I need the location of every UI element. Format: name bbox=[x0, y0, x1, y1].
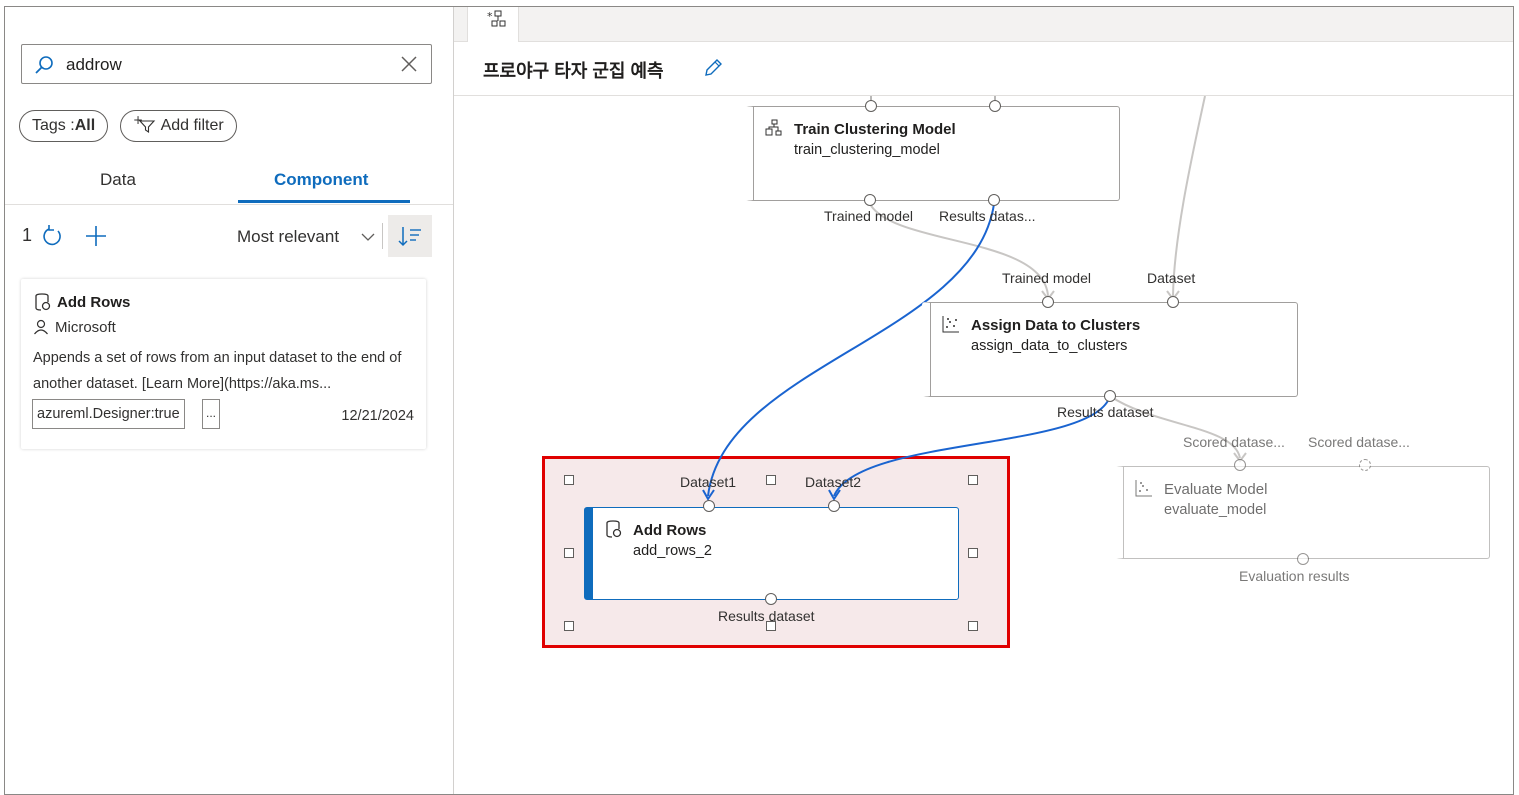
card-tag: azureml.Designer:true bbox=[32, 399, 185, 429]
pipeline-title: 프로야구 타자 군집 예측 bbox=[483, 61, 664, 81]
input-port-trained-model[interactable] bbox=[1042, 296, 1054, 308]
port-label: Dataset2 bbox=[805, 474, 862, 490]
card-more-tags[interactable]: ... bbox=[202, 399, 220, 429]
port-label: Results dataset bbox=[1057, 404, 1154, 420]
cluster-icon bbox=[942, 316, 959, 333]
refresh-icon[interactable] bbox=[40, 224, 64, 248]
tab-divider bbox=[5, 204, 453, 205]
tags-label: Tags : bbox=[32, 117, 75, 134]
input-port-dataset[interactable] bbox=[1167, 296, 1179, 308]
pipeline-tab[interactable]: * bbox=[467, 7, 519, 42]
node-title: Train Clustering Model bbox=[794, 121, 956, 138]
node-title: Evaluate Model bbox=[1164, 481, 1268, 498]
sort-order-button[interactable] bbox=[388, 215, 432, 257]
input-port-dataset2[interactable] bbox=[828, 500, 840, 512]
node-title: Add Rows bbox=[633, 522, 707, 539]
search-icon bbox=[35, 56, 53, 74]
port-label: Trained model bbox=[1002, 270, 1091, 286]
port-label: Dataset1 bbox=[680, 474, 737, 490]
resize-handle[interactable] bbox=[766, 475, 776, 485]
input-port-scored-1[interactable] bbox=[1234, 459, 1246, 471]
port-label: Evaluation results bbox=[1239, 568, 1350, 584]
node-subtitle: train_clustering_model bbox=[794, 142, 940, 158]
output-port-evaluation[interactable] bbox=[1297, 553, 1309, 565]
port-label: Scored datase... bbox=[1183, 434, 1285, 450]
filter-icon: + bbox=[133, 113, 156, 134]
tags-filter-button[interactable]: Tags :All bbox=[19, 110, 109, 142]
node-subtitle: assign_data_to_clusters bbox=[971, 338, 1128, 354]
node-add-rows[interactable]: Add Rows add_rows_2 bbox=[584, 507, 959, 600]
add-filter-button[interactable]: + Add filter bbox=[120, 110, 237, 142]
search-value: addrow bbox=[66, 55, 122, 74]
add-filter-label: Add filter bbox=[160, 117, 224, 134]
output-port-trained-model[interactable] bbox=[864, 194, 876, 206]
pipeline-icon: * bbox=[487, 10, 506, 27]
card-title: Add Rows bbox=[57, 294, 131, 311]
tab-data[interactable]: Data bbox=[100, 170, 136, 190]
resize-handle[interactable] bbox=[564, 621, 574, 631]
node-evaluate-model[interactable]: Evaluate Model evaluate_model bbox=[1115, 466, 1490, 559]
node-subtitle: evaluate_model bbox=[1164, 502, 1267, 518]
input-port-dataset1[interactable] bbox=[703, 500, 715, 512]
output-port-results[interactable] bbox=[765, 593, 777, 605]
sort-icon bbox=[398, 227, 421, 247]
document-tab-bar: * bbox=[454, 7, 1513, 42]
component-card[interactable]: Add Rows Microsoft Appends a set of rows… bbox=[21, 279, 426, 449]
card-publisher: Microsoft bbox=[55, 319, 116, 336]
resize-handle[interactable] bbox=[968, 548, 978, 558]
input-port[interactable] bbox=[865, 100, 877, 112]
port-label: Results datas... bbox=[939, 208, 1036, 224]
plus-icon[interactable] bbox=[83, 223, 109, 249]
input-port-scored-2[interactable] bbox=[1359, 459, 1371, 471]
output-port-results[interactable] bbox=[1104, 390, 1116, 402]
resize-handle[interactable] bbox=[766, 621, 776, 631]
resize-handle[interactable] bbox=[968, 475, 978, 485]
sort-divider bbox=[382, 223, 383, 249]
node-assign-data-to-clusters[interactable]: Assign Data to Clusters assign_data_to_c… bbox=[922, 302, 1298, 397]
close-icon[interactable] bbox=[399, 54, 419, 74]
cluster-icon bbox=[1135, 480, 1152, 497]
port-label: Trained model bbox=[824, 208, 913, 224]
person-icon bbox=[34, 319, 48, 335]
input-port[interactable] bbox=[989, 100, 1001, 112]
node-subtitle: add_rows_2 bbox=[633, 543, 712, 559]
node-title: Assign Data to Clusters bbox=[971, 317, 1141, 334]
pipeline-icon bbox=[765, 119, 782, 136]
card-date: 12/21/2024 bbox=[341, 408, 414, 424]
card-description: Appends a set of rows from an input data… bbox=[33, 350, 402, 392]
resize-handle[interactable] bbox=[564, 475, 574, 485]
pencil-icon[interactable] bbox=[702, 57, 724, 79]
result-count: 1 bbox=[22, 225, 33, 245]
resize-handle[interactable] bbox=[564, 548, 574, 558]
component-icon bbox=[606, 520, 622, 538]
pipeline-header: 프로야구 타자 군집 예측 bbox=[454, 42, 1513, 96]
sort-dropdown[interactable]: Most relevant bbox=[237, 227, 339, 247]
tags-value: All bbox=[74, 117, 96, 134]
tab-component[interactable]: Component bbox=[274, 170, 368, 190]
node-train-clustering-model[interactable]: Train Clustering Model train_clustering_… bbox=[745, 106, 1120, 201]
chevron-down-icon[interactable] bbox=[360, 229, 376, 245]
tab-active-indicator bbox=[238, 200, 410, 203]
asset-library-panel: addrow Tags :All + Add filter Data Compo… bbox=[5, 7, 454, 794]
search-input[interactable]: addrow bbox=[21, 44, 432, 84]
pipeline-canvas[interactable]: Train Clustering Model train_clustering_… bbox=[454, 96, 1513, 794]
port-label: Scored datase... bbox=[1308, 434, 1410, 450]
component-icon bbox=[35, 293, 51, 311]
port-label: Dataset bbox=[1147, 270, 1196, 286]
output-port-results[interactable] bbox=[988, 194, 1000, 206]
resize-handle[interactable] bbox=[968, 621, 978, 631]
